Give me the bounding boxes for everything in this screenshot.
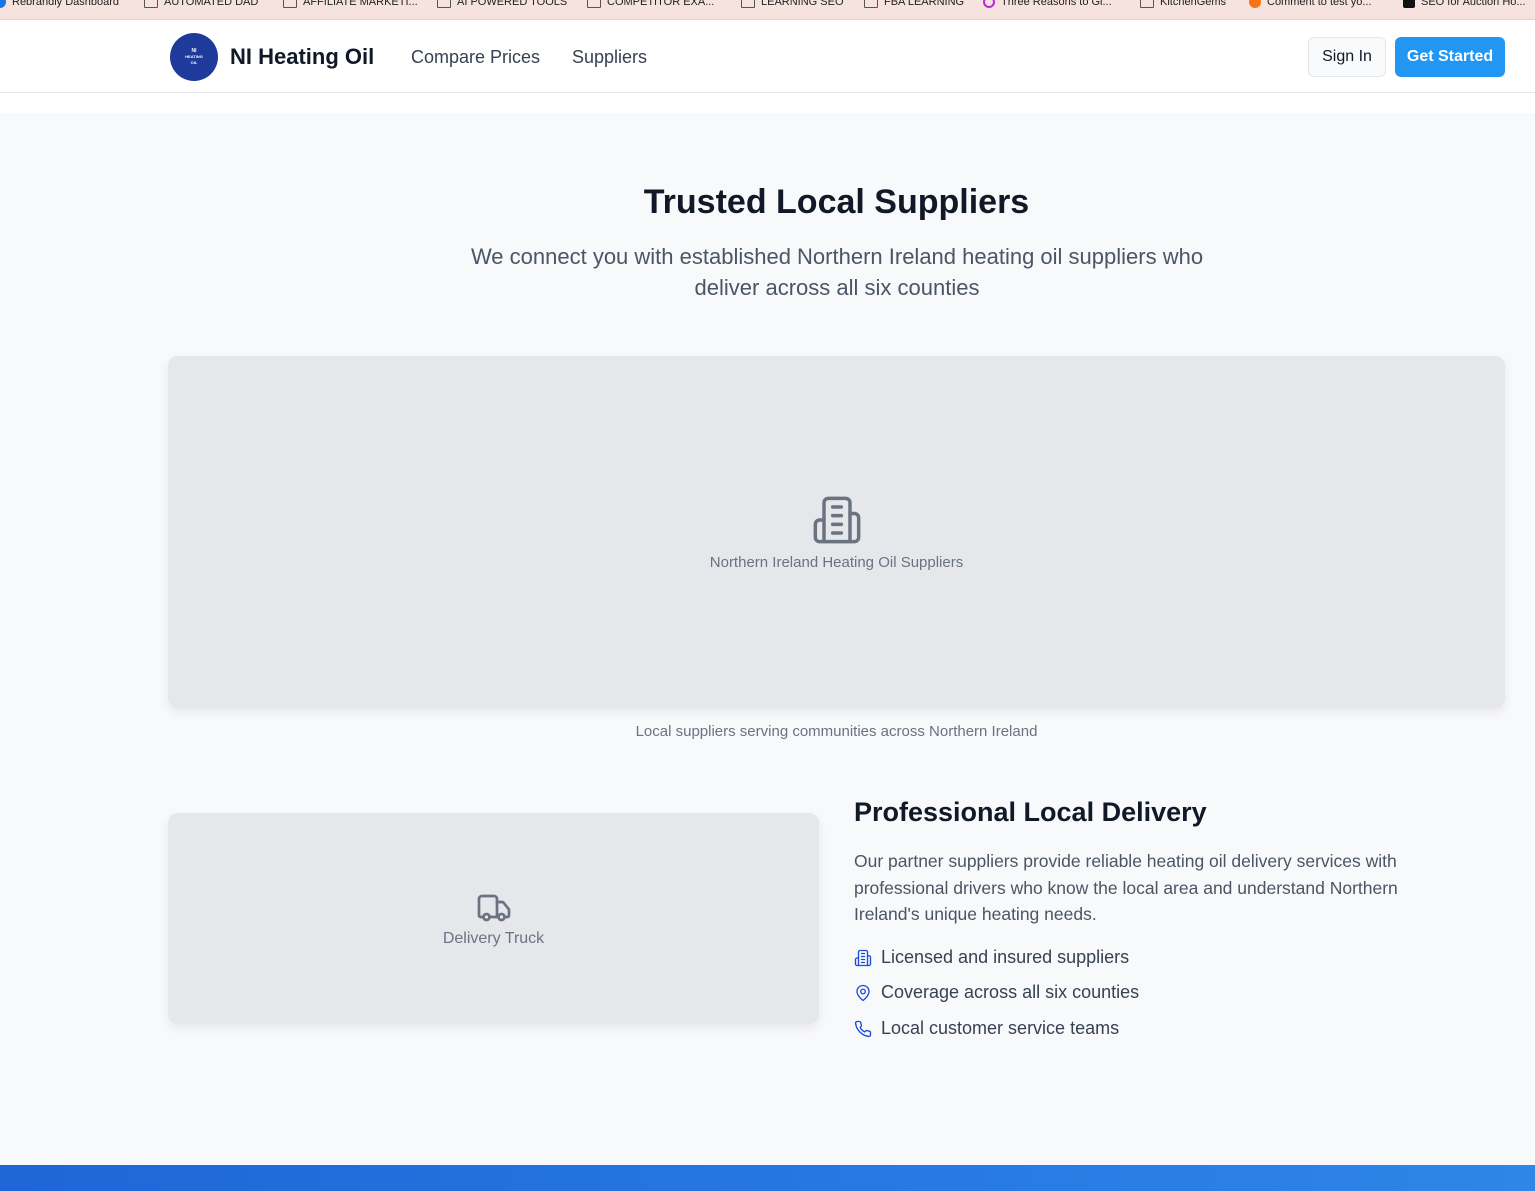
delivery-description: Our partner suppliers provide reliable h… — [854, 851, 1398, 924]
suppliers-image-placeholder: Northern Ireland Heating Oil Suppliers — [168, 356, 1505, 708]
folder-icon — [587, 0, 601, 8]
bookmark-label: KitchenGems — [1160, 0, 1227, 8]
bookmark-kitchengems[interactable]: KitchenGems — [1140, 0, 1226, 10]
bookmark-label: AI POWERED TOOLS — [457, 0, 568, 8]
nav-compare-prices[interactable]: Compare Prices — [411, 47, 540, 68]
folder-icon — [864, 0, 878, 8]
feature-label: Licensed and insured suppliers — [881, 947, 1130, 967]
bookmark-label: AUTOMATED DAD — [164, 0, 259, 8]
bookmark-label: LEARNING SEO — [761, 0, 844, 8]
delivery-title: Professional Local Delivery — [854, 797, 1207, 827]
delivery-image-placeholder: Delivery Truck — [168, 813, 819, 1024]
bookmark-learning-seo[interactable]: LEARNING SEO — [741, 0, 844, 10]
phone-icon — [854, 1020, 872, 1037]
feature-label: Coverage across all six counties — [881, 982, 1140, 1002]
bookmark-label: Three Reasons to Gi... — [1001, 0, 1112, 8]
site-icon — [1249, 0, 1261, 8]
building-icon — [813, 496, 860, 543]
footer-band — [0, 1165, 1535, 1191]
feature-item: Licensed and insured suppliers — [854, 947, 1129, 968]
bookmark-three-reasons[interactable]: Three Reasons to Gi... — [983, 0, 1112, 10]
bookmark-affiliate-marketing[interactable]: AFFILIATE MARKETI... — [283, 0, 418, 10]
site-header: NI HEATING OIL NI Heating Oil Compare Pr… — [0, 20, 1535, 93]
nav-suppliers[interactable]: Suppliers — [572, 47, 647, 68]
bookmark-competitor[interactable]: COMPETITOR EXA... — [587, 0, 714, 10]
logo[interactable]: NI HEATING OIL — [170, 33, 218, 81]
image-label: Northern Ireland Heating Oil Suppliers — [709, 553, 964, 571]
section-title: Trusted Local Suppliers — [643, 183, 1030, 221]
truck-icon — [477, 894, 510, 921]
bookmarks-bar: Rebrandly Dashboard AUTOMATED DAD AFFILI… — [0, 0, 1535, 20]
logo-text-line: OIL — [190, 60, 198, 65]
bookmark-label: COMPETITOR EXA... — [607, 0, 715, 8]
bookmark-label: FBA LEARNING — [884, 0, 965, 8]
map-pin-icon — [856, 984, 870, 1001]
bookmark-fba-learning[interactable]: FBA LEARNING — [864, 0, 964, 10]
feature-item: Local customer service teams — [854, 1018, 1119, 1039]
folder-icon — [144, 0, 158, 8]
folder-icon — [1140, 0, 1154, 8]
bookmark-ai-powered-tools[interactable]: AI POWERED TOOLS — [437, 0, 567, 10]
get-started-button[interactable]: Get Started — [1395, 37, 1505, 77]
bookmark-seo-auction[interactable]: SEO for Auction Ho... — [1403, 0, 1526, 10]
bookmark-automated-dad[interactable]: AUTOMATED DAD — [144, 0, 258, 10]
header-spacer — [0, 93, 1535, 113]
bookmark-label: AFFILIATE MARKETI... — [303, 0, 418, 8]
image-label: Delivery Truck — [442, 929, 545, 947]
feature-label: Local customer service teams — [881, 1018, 1120, 1038]
building-icon — [854, 949, 872, 966]
section-subtitle: We connect you with established Northern… — [470, 244, 1204, 300]
bookmark-label: Rebrandly Dashboard — [12, 0, 120, 8]
bookmark-comment-test[interactable]: Comment to test yo... — [1249, 0, 1372, 10]
bookmark-rebrandly[interactable]: Rebrandly Dashboard — [0, 0, 119, 10]
image-caption: Local suppliers serving communities acro… — [635, 723, 1038, 740]
site-icon — [983, 0, 995, 8]
folder-icon — [283, 0, 297, 8]
site-icon — [1403, 0, 1415, 8]
feature-item: Coverage across all six counties — [854, 982, 1139, 1003]
rebrandly-icon — [0, 0, 6, 8]
bookmark-label: SEO for Auction Ho... — [1421, 0, 1526, 8]
brand-name[interactable]: NI Heating Oil — [230, 44, 374, 70]
folder-icon — [741, 0, 755, 8]
sign-in-button[interactable]: Sign In — [1308, 37, 1386, 77]
folder-icon — [437, 0, 451, 8]
bookmark-label: Comment to test yo... — [1267, 0, 1372, 8]
